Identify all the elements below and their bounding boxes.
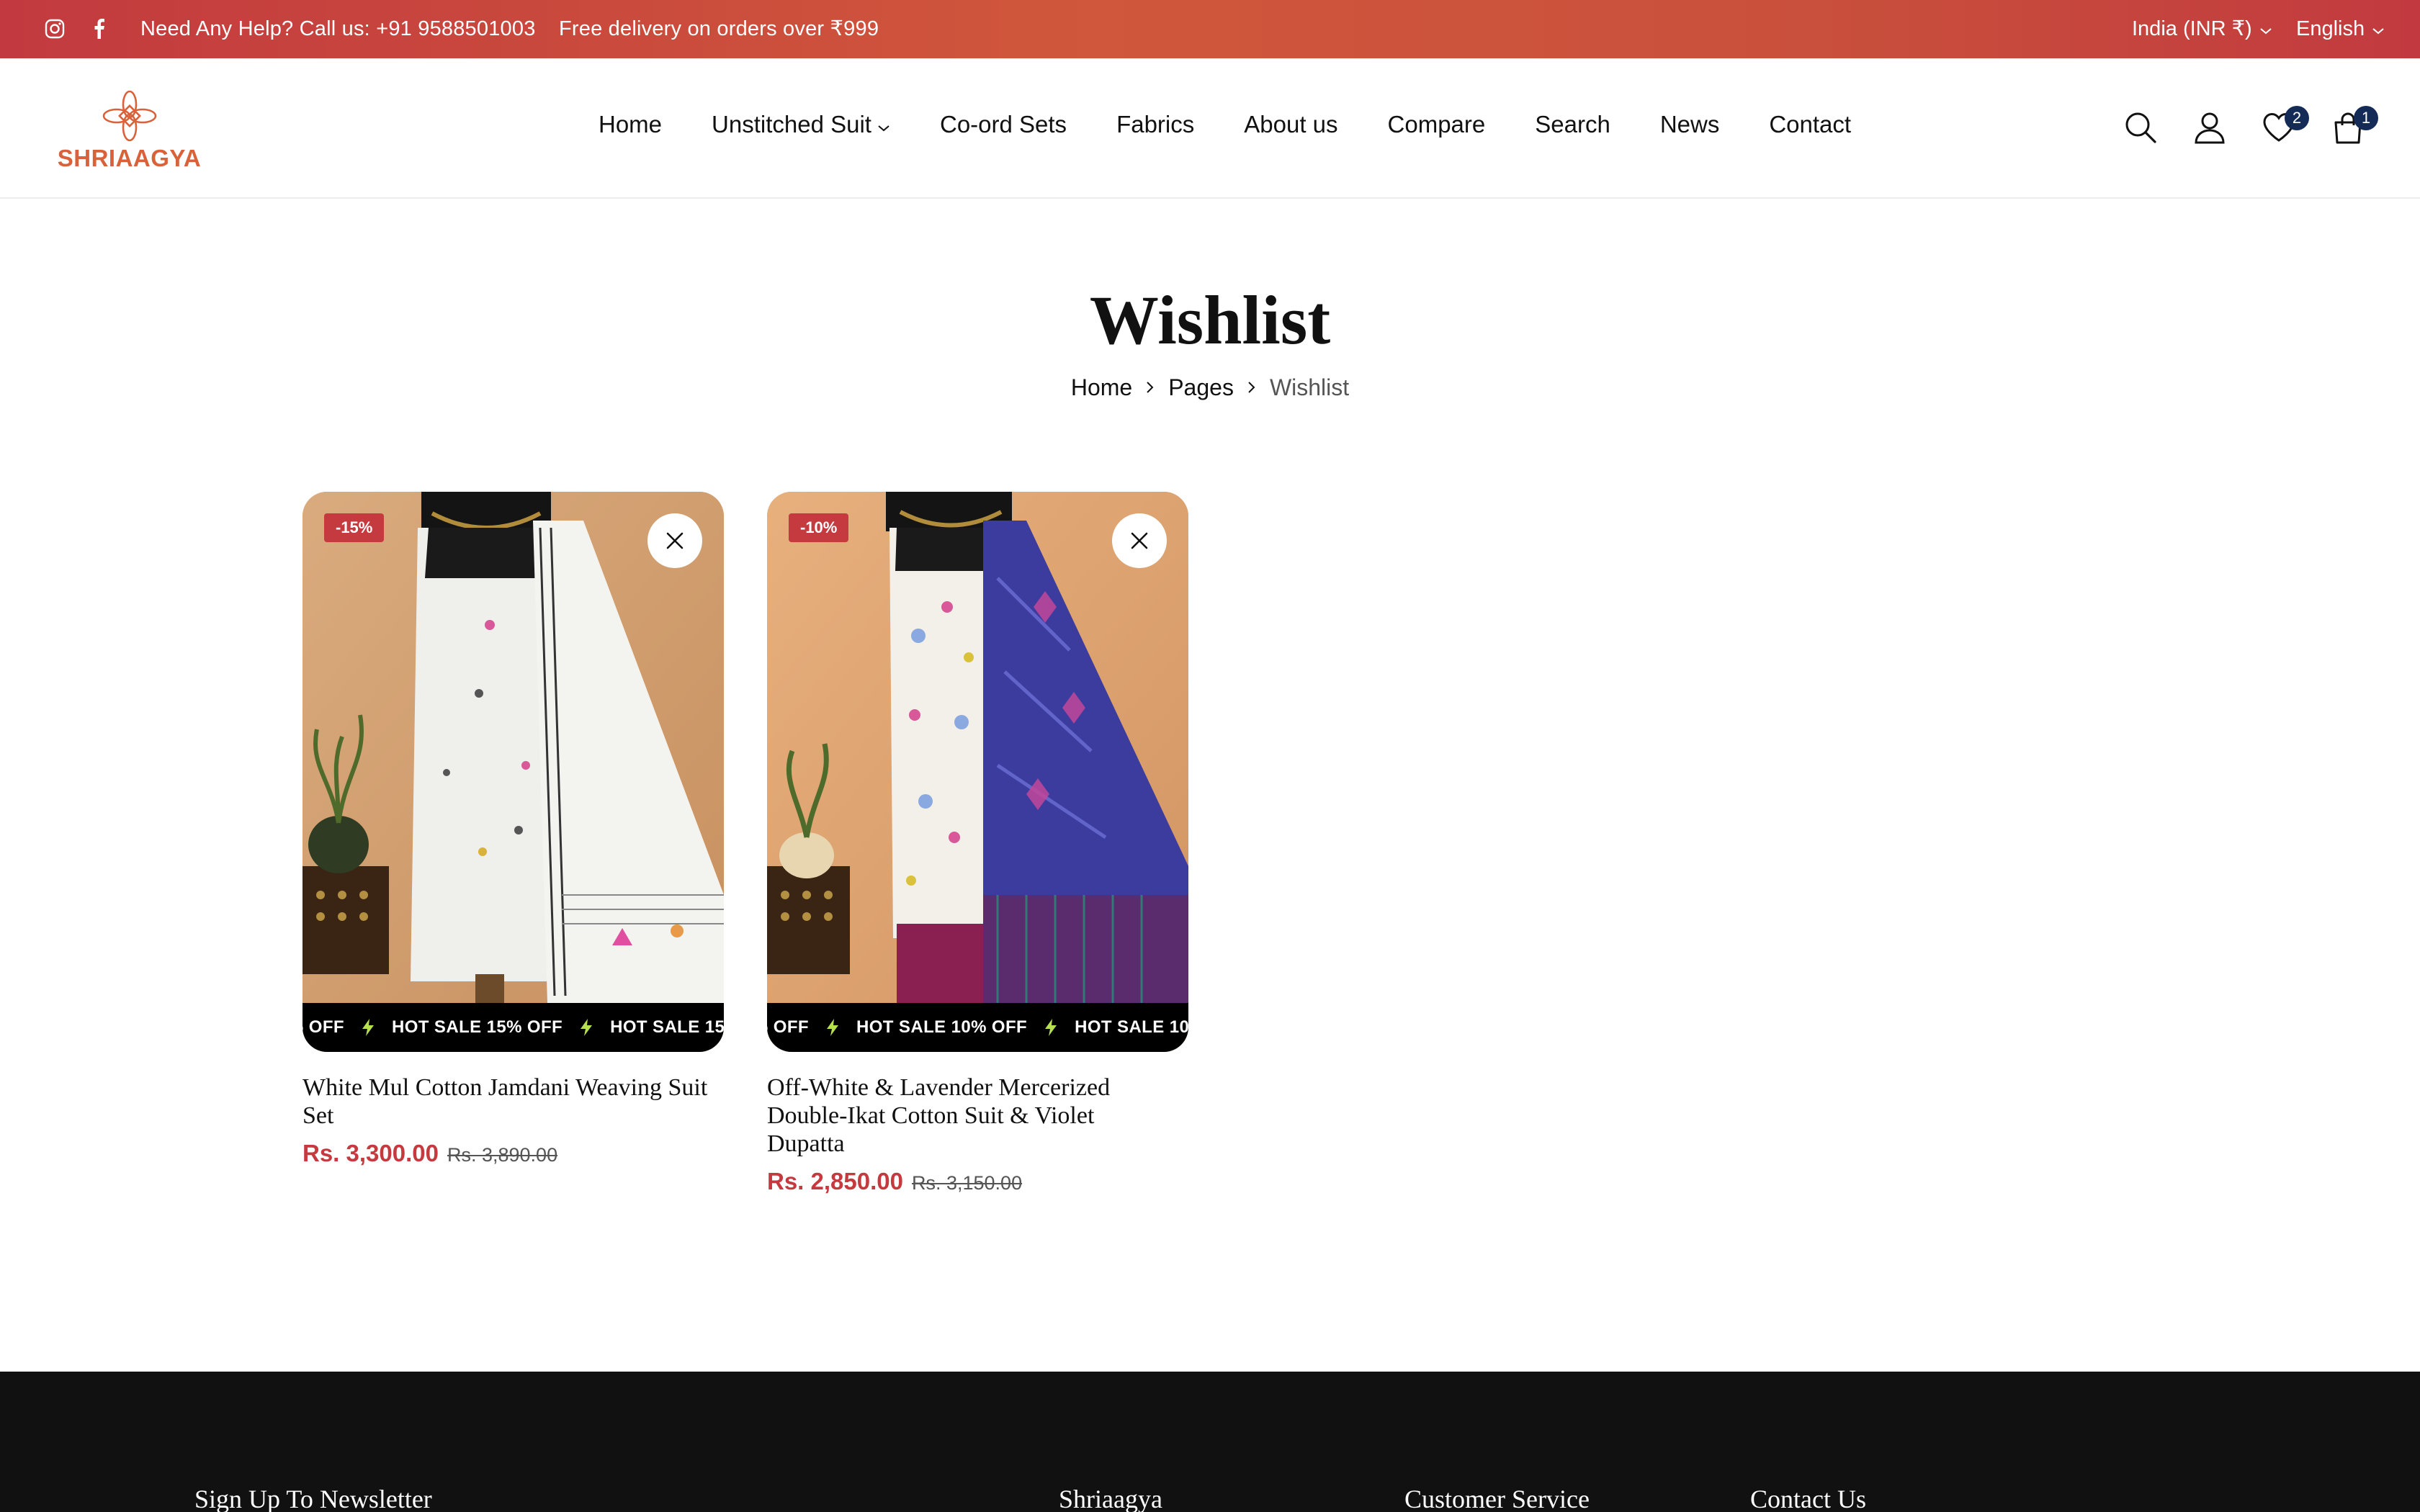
header-actions: 2 1 bbox=[2122, 106, 2378, 146]
page-title: Wishlist bbox=[1089, 282, 1331, 359]
product-prices: Rs. 2,850.00 Rs. 3,150.00 bbox=[767, 1168, 1188, 1195]
nav-label: Fabrics bbox=[1116, 111, 1195, 138]
logo-mark-icon bbox=[102, 90, 157, 142]
close-icon bbox=[666, 532, 684, 549]
site-logo[interactable]: SHRIAAGYA bbox=[52, 89, 207, 171]
product-name[interactable]: Off-White & Lavender Mercerized Double-I… bbox=[767, 1074, 1178, 1158]
product-name[interactable]: White Mul Cotton Jamdani Weaving Suit Se… bbox=[302, 1074, 713, 1130]
remove-from-wishlist-button[interactable] bbox=[647, 513, 702, 568]
nav-news[interactable]: News bbox=[1660, 110, 1720, 139]
announcement-bar: Need Any Help? Call us: +91 9588501003 F… bbox=[0, 0, 2420, 58]
help-phone-text: Need Any Help? Call us: +91 9588501003 bbox=[140, 17, 536, 40]
ticker-text: % OFF bbox=[767, 1017, 809, 1037]
hot-sale-ticker: % OFF HOT SALE 15% OFF HOT SALE 15% OFF bbox=[302, 1003, 724, 1052]
nav-label: News bbox=[1659, 111, 1720, 138]
nav-co-ord-sets[interactable]: Co-ord Sets bbox=[940, 110, 1067, 139]
close-icon bbox=[1131, 532, 1148, 549]
breadcrumb-current: Wishlist bbox=[1269, 374, 1350, 400]
cart-count-badge: 1 bbox=[2354, 106, 2378, 130]
facebook-icon[interactable] bbox=[86, 16, 112, 42]
lightning-icon bbox=[360, 1018, 376, 1037]
product-image[interactable] bbox=[767, 492, 1188, 1003]
lightning-icon bbox=[578, 1018, 594, 1037]
nav-label: Home bbox=[599, 111, 663, 138]
language-label: English bbox=[2296, 17, 2365, 40]
breadcrumb-pages[interactable]: Pages bbox=[1168, 373, 1234, 402]
search-icon[interactable] bbox=[2122, 109, 2159, 146]
nav-label: Compare bbox=[1387, 111, 1486, 138]
compare-price: Rs. 3,890.00 bbox=[447, 1144, 558, 1166]
breadcrumb-home[interactable]: Home bbox=[1071, 373, 1132, 402]
ticker-text: HOT SALE 10% OFF bbox=[856, 1017, 1028, 1037]
nav-contact[interactable]: Contact bbox=[1769, 110, 1851, 139]
chevron-down-icon bbox=[2372, 16, 2385, 42]
cart-icon[interactable]: 1 bbox=[2329, 106, 2378, 146]
main-nav: Home Unstitched Suit Co-ord Sets Fabrics… bbox=[599, 110, 1851, 139]
hot-sale-ticker: % OFF HOT SALE 10% OFF HOT SALE 10% OFF bbox=[767, 1003, 1188, 1052]
nav-label: Search bbox=[1535, 111, 1610, 138]
nav-home[interactable]: Home bbox=[599, 110, 662, 139]
wishlist-icon[interactable]: 2 bbox=[2260, 106, 2309, 146]
wishlist-count-badge: 2 bbox=[2285, 106, 2309, 130]
chevron-right-icon bbox=[1244, 379, 1260, 395]
currency-selector[interactable]: India (INR ₹) bbox=[2132, 16, 2272, 42]
nav-compare[interactable]: Compare bbox=[1388, 110, 1486, 139]
instagram-icon[interactable] bbox=[42, 16, 68, 42]
currency-label: India (INR ₹) bbox=[2132, 17, 2252, 40]
chevron-down-icon bbox=[2259, 16, 2272, 42]
wishlist-product-card: -15% % OFF HOT SALE 15% OFF HOT SALE 15%… bbox=[302, 492, 724, 1167]
lightning-icon bbox=[1043, 1018, 1059, 1037]
language-selector[interactable]: English bbox=[2296, 16, 2385, 42]
nav-search[interactable]: Search bbox=[1535, 110, 1610, 139]
nav-label: About us bbox=[1244, 111, 1338, 138]
wishlist-product-card: -10% % OFF HOT SALE 10% OFF HOT SALE 10%… bbox=[767, 492, 1188, 1195]
nav-unstitched-suit[interactable]: Unstitched Suit bbox=[712, 110, 890, 139]
footer-brand-heading: Shriaagya bbox=[1059, 1485, 1162, 1512]
nav-label: Co-ord Sets bbox=[939, 111, 1067, 138]
product-image[interactable] bbox=[302, 492, 724, 1003]
site-footer: Sign Up To Newsletter Shriaagya Customer… bbox=[0, 1372, 2420, 1512]
product-media[interactable]: -15% % OFF HOT SALE 15% OFF HOT SALE 15%… bbox=[302, 492, 724, 1052]
sale-price: Rs. 2,850.00 bbox=[767, 1168, 903, 1194]
product-prices: Rs. 3,300.00 Rs. 3,890.00 bbox=[302, 1140, 724, 1167]
remove-from-wishlist-button[interactable] bbox=[1112, 513, 1167, 568]
ticker-text: % OFF bbox=[302, 1017, 344, 1037]
free-delivery-text: Free delivery on orders over ₹999 bbox=[559, 17, 879, 40]
account-icon[interactable] bbox=[2191, 109, 2228, 146]
ticker-text: HOT SALE 10% OFF bbox=[1075, 1017, 1188, 1037]
discount-badge: -10% bbox=[789, 513, 849, 542]
nav-label: Unstitched Suit bbox=[712, 111, 871, 138]
ticker-text: HOT SALE 15% OFF bbox=[392, 1017, 563, 1037]
site-header: SHRIAAGYA Home Unstitched Suit Co-ord Se… bbox=[0, 58, 2420, 199]
footer-newsletter-heading: Sign Up To Newsletter bbox=[194, 1485, 432, 1512]
nav-label: Contact bbox=[1769, 111, 1852, 138]
footer-contact-heading: Contact Us bbox=[1750, 1485, 1866, 1512]
logo-text: SHRIAAGYA bbox=[57, 145, 202, 171]
chevron-right-icon bbox=[1142, 379, 1158, 395]
breadcrumb: Home Pages Wishlist bbox=[0, 373, 2420, 402]
sale-price: Rs. 3,300.00 bbox=[302, 1140, 439, 1166]
social-links bbox=[42, 16, 112, 42]
footer-customer-service-heading: Customer Service bbox=[1404, 1485, 1590, 1512]
product-media[interactable]: -10% % OFF HOT SALE 10% OFF HOT SALE 10%… bbox=[767, 492, 1188, 1052]
discount-badge: -15% bbox=[324, 513, 385, 542]
chevron-down-icon bbox=[877, 110, 890, 139]
lightning-icon bbox=[825, 1018, 841, 1037]
compare-price: Rs. 3,150.00 bbox=[911, 1172, 1023, 1194]
ticker-text: HOT SALE 15% OFF bbox=[610, 1017, 724, 1037]
nav-about-us[interactable]: About us bbox=[1244, 110, 1337, 139]
nav-fabrics[interactable]: Fabrics bbox=[1116, 110, 1194, 139]
